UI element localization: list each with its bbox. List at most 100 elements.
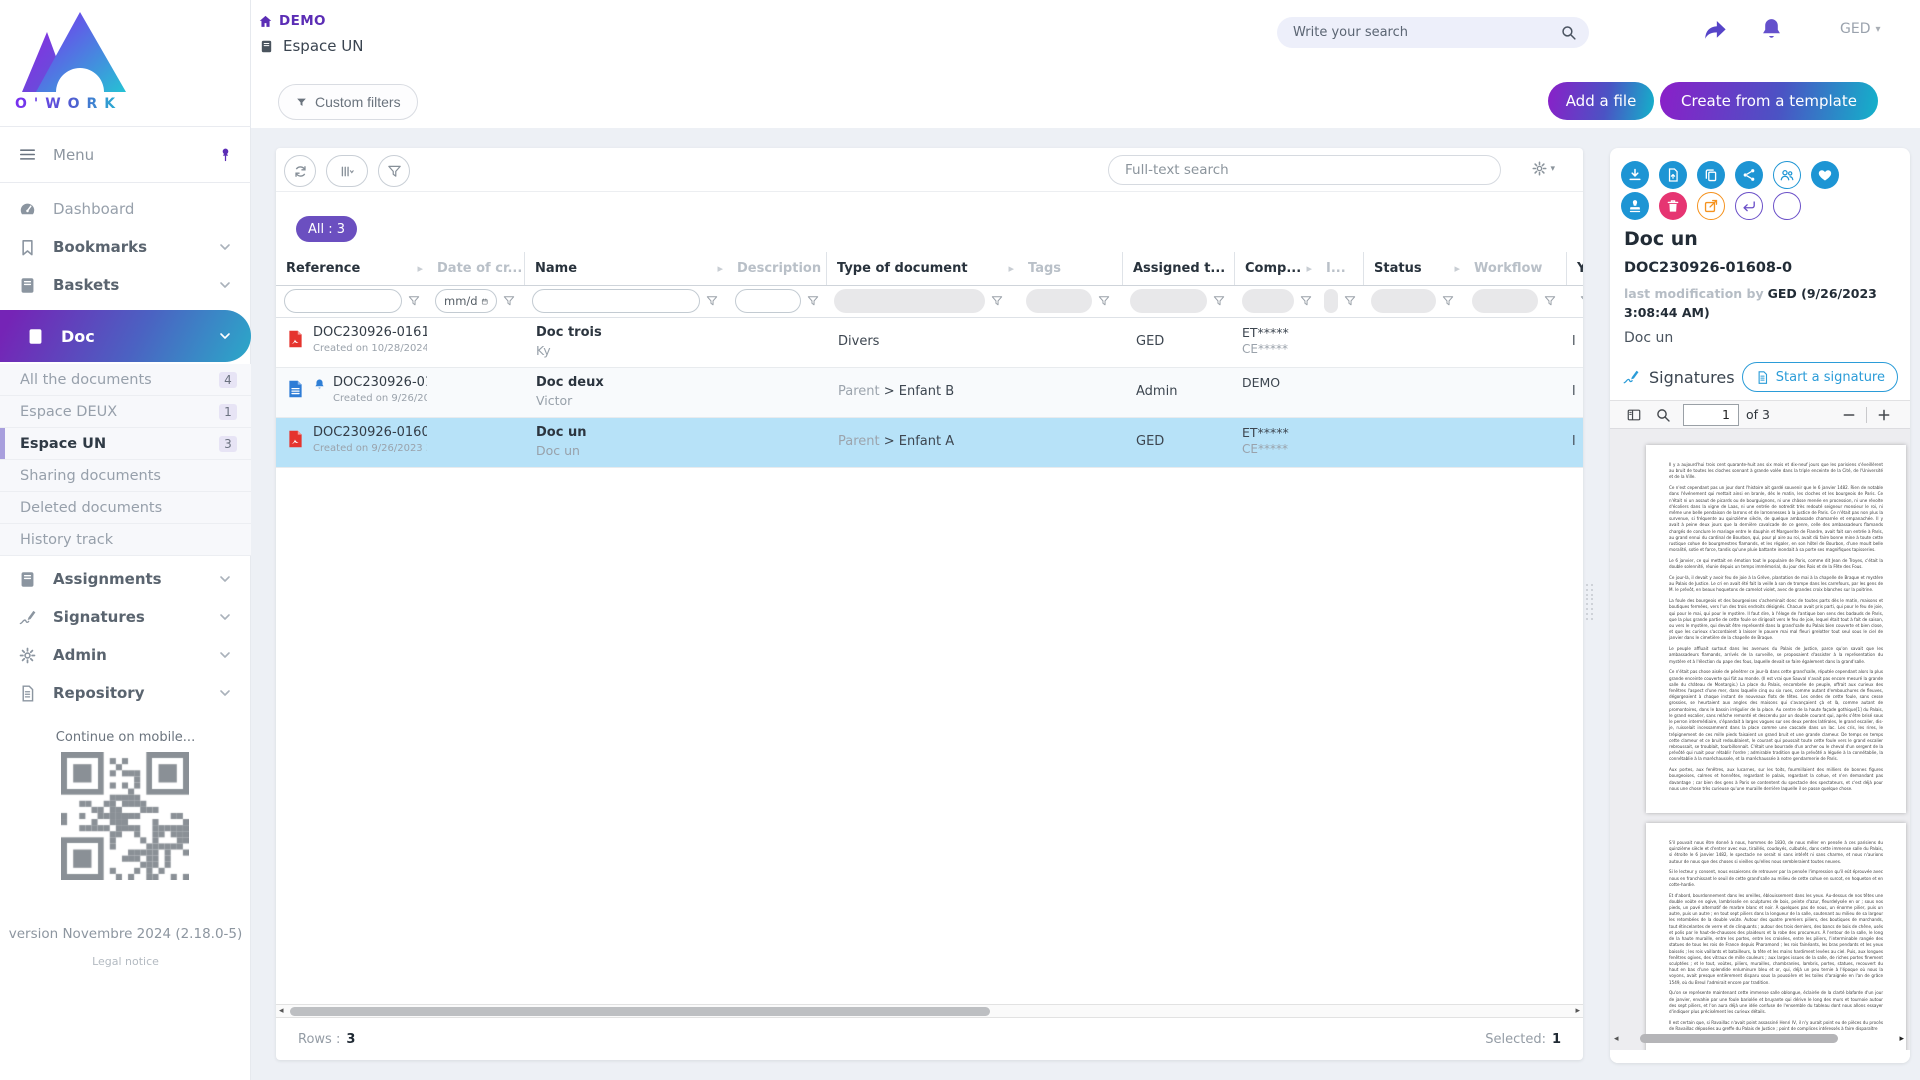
filter-funnel-icon[interactable] [502, 294, 516, 308]
sidebar-item-dashboard[interactable]: Dashboard [0, 190, 251, 228]
column-header-0[interactable]: Reference▸ [276, 252, 427, 285]
viewer-scroll-left-arrow[interactable]: ◂ [1614, 1033, 1619, 1046]
filter-funnel-icon[interactable] [705, 294, 719, 308]
owork-logo[interactable] [14, 10, 164, 98]
column-header-3[interactable]: Description [727, 252, 826, 285]
pdf-preview-area: Il y a aujourd'hui trois cent quarante-h… [1610, 429, 1910, 1050]
book-icon [18, 570, 37, 589]
cell-assigned: Admin [1122, 368, 1234, 417]
users-button[interactable] [1773, 161, 1801, 189]
sidebar-item-all-documents[interactable]: All the documents 4 [0, 364, 251, 396]
filter-input[interactable] [532, 289, 700, 313]
date-filter-input[interactable]: mm/d [435, 289, 497, 313]
custom-filters-button[interactable]: Custom filters [278, 84, 418, 120]
home-icon[interactable] [258, 14, 273, 29]
filter-funnel-icon[interactable] [1441, 294, 1455, 308]
filter-funnel-icon[interactable] [990, 294, 1004, 308]
sidebar-item-history-track[interactable]: History track [0, 524, 251, 556]
panel-resize-handle[interactable] [1586, 584, 1594, 620]
add-file-button[interactable]: Add a file [1548, 82, 1654, 120]
filter-funnel-icon[interactable] [806, 294, 820, 308]
page-number-input[interactable] [1683, 404, 1739, 426]
fulltext-search-input[interactable] [1125, 162, 1484, 178]
file-upload-button[interactable] [1659, 161, 1687, 189]
sidebar-menu-toggle[interactable]: Menu [0, 126, 251, 183]
breadcrumb-page[interactable]: Espace UN [283, 37, 363, 55]
filter-button[interactable] [378, 155, 410, 187]
create-template-button[interactable]: Create from a template [1660, 82, 1878, 120]
sidebar-item-admin[interactable]: Admin [0, 636, 251, 674]
external-link-button[interactable] [1697, 192, 1725, 220]
filter-input[interactable] [735, 289, 801, 313]
column-header-1[interactable]: Date of cr... [427, 252, 524, 285]
table-settings-button[interactable]: ▾ [1531, 160, 1555, 177]
refresh-button[interactable] [284, 155, 316, 187]
table-row-2[interactable]: DOC230926-01609-0Created on 9/26/2023 3:… [276, 368, 1583, 418]
column-header-9[interactable]: Status▸ [1363, 252, 1464, 285]
legal-notice-link[interactable]: Legal notice [0, 955, 251, 968]
scroll-left-arrow[interactable]: ◂ [279, 1005, 284, 1018]
filter-funnel-icon[interactable] [1299, 294, 1313, 308]
pin-icon[interactable] [218, 147, 233, 162]
columns-button[interactable] [326, 155, 368, 187]
column-header-4[interactable]: Type of document▸ [826, 252, 1018, 285]
filter-funnel-icon[interactable] [1343, 294, 1357, 308]
sidebar-toggle-icon[interactable] [1626, 407, 1642, 423]
column-header-7[interactable]: Comp...▸ [1234, 252, 1316, 285]
share-forward-icon[interactable] [1702, 17, 1729, 44]
column-header-8[interactable]: I... [1316, 252, 1363, 285]
column-header-5[interactable]: Tags [1018, 252, 1122, 285]
zoom-in-icon[interactable] [1876, 407, 1892, 423]
sidebar-item-signatures[interactable]: Signatures [0, 598, 251, 636]
column-header-2[interactable]: Name▸ [524, 252, 727, 285]
filter-funnel-icon[interactable] [407, 294, 421, 308]
start-signature-button[interactable]: Start a signature [1742, 362, 1898, 392]
viewer-scroll-right-arrow[interactable]: ▸ [1899, 1033, 1904, 1046]
user-menu[interactable]: GED ▾ [1840, 21, 1881, 37]
sidebar-item-doc[interactable]: Doc [0, 310, 251, 362]
filter-funnel-icon[interactable] [1212, 294, 1226, 308]
column-header-11[interactable]: Y... [1566, 252, 1583, 285]
return-button[interactable] [1735, 192, 1763, 220]
filter-funnel-icon[interactable] [1097, 294, 1111, 308]
calendar-icon[interactable] [481, 295, 488, 308]
trash-button[interactable] [1659, 192, 1687, 220]
filter-funnel-icon[interactable] [1579, 294, 1583, 308]
sidebar-item-baskets[interactable]: Baskets [0, 266, 251, 304]
pdf-page-2: S'il pouvait nous être donné à nous, hom… [1646, 823, 1906, 1050]
download-button[interactable] [1621, 161, 1649, 189]
sidebar-item-bookmarks[interactable]: Bookmarks [0, 228, 251, 266]
sidebar-item-repository[interactable]: Repository [0, 674, 251, 712]
scroll-right-arrow[interactable]: ▸ [1575, 1005, 1580, 1018]
stamp-button[interactable] [1621, 192, 1649, 220]
zoom-out-icon[interactable] [1841, 407, 1857, 423]
column-header-6[interactable]: Assigned t... [1122, 252, 1234, 285]
sidebar-item-assignments[interactable]: Assignments [0, 560, 251, 598]
tab-all-documents[interactable]: All : 3 [296, 216, 357, 242]
notifications-bell-icon[interactable] [1758, 16, 1785, 43]
share-button[interactable] [1735, 161, 1763, 189]
copy-button[interactable] [1697, 161, 1725, 189]
sidebar-item-espace-deux[interactable]: Espace DEUX 1 [0, 396, 251, 428]
sidebar-item-deleted-documents[interactable]: Deleted documents [0, 492, 251, 524]
global-search-input[interactable] [1293, 25, 1560, 40]
sidebar-item-label: Doc [61, 327, 217, 346]
table-row-1[interactable]: DOC230926-01610-3Created on 10/28/2024 1… [276, 318, 1583, 368]
file-lines-button[interactable] [1773, 192, 1801, 220]
sidebar-item-sharing-documents[interactable]: Sharing documents [0, 460, 251, 492]
scrollbar-thumb[interactable] [290, 1007, 990, 1016]
heart-button[interactable] [1811, 161, 1839, 189]
pdf-paragraph: La foule des bourgeois et des bourgeoise… [1669, 598, 1883, 642]
table-row-3[interactable]: DOC230926-01608-0Created on 9/26/2023 3:… [276, 418, 1583, 468]
filter-input[interactable] [284, 289, 402, 313]
document-title: Doc un [1624, 228, 1698, 250]
column-filter-7 [1234, 285, 1316, 318]
search-icon[interactable] [1560, 24, 1577, 41]
viewer-scrollbar-thumb[interactable] [1640, 1034, 1838, 1043]
qr-code [61, 752, 189, 880]
column-header-10[interactable]: Workflow [1464, 252, 1566, 285]
filter-funnel-icon[interactable] [1543, 294, 1557, 308]
breadcrumb-root[interactable]: DEMO [279, 13, 326, 29]
sidebar-item-espace-un[interactable]: Espace UN 3 [0, 428, 251, 460]
viewer-search-icon[interactable] [1655, 407, 1671, 423]
